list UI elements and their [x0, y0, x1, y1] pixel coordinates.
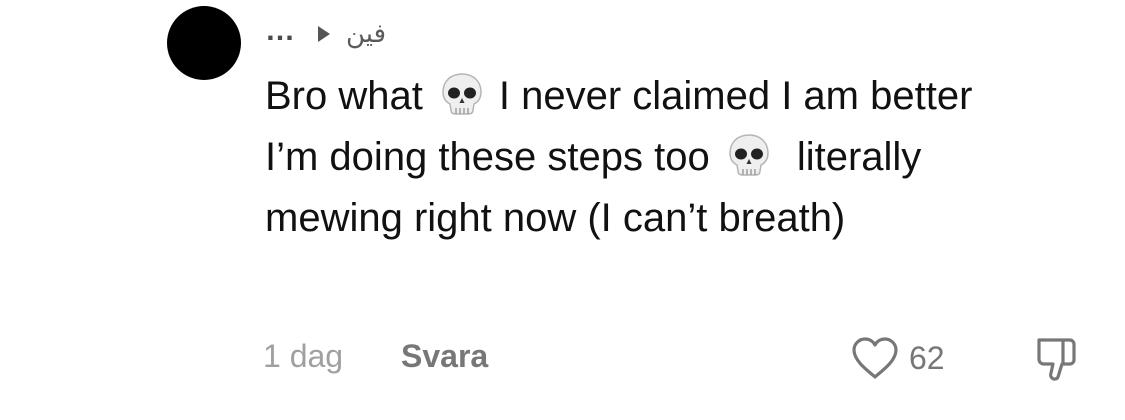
comment-meta: … فين: [265, 14, 386, 54]
reply-to-username[interactable]: فين: [346, 19, 386, 49]
reply-button[interactable]: Svara: [401, 338, 488, 375]
comment-timestamp: 1 dag: [263, 338, 344, 374]
comment: … فين Bro what I never claimed I am bett…: [0, 0, 1125, 420]
dislike-icon[interactable]: [1030, 334, 1080, 384]
heart-icon: [852, 337, 898, 379]
like-button[interactable]: 62: [849, 334, 945, 382]
skull-emoji-icon: [728, 134, 769, 176]
play-right-icon: [318, 26, 330, 42]
comment-footer: 1 dag Svara 62: [263, 330, 1083, 386]
avatar[interactable]: [167, 6, 241, 80]
comment-text: Bro what I never claimed I am better I’m…: [265, 66, 1025, 249]
like-count: 62: [909, 339, 945, 376]
skull-emoji-icon: [442, 73, 482, 115]
comment-text-part-1: Bro what: [265, 74, 423, 118]
more-options-ellipsis[interactable]: …: [265, 16, 296, 46]
